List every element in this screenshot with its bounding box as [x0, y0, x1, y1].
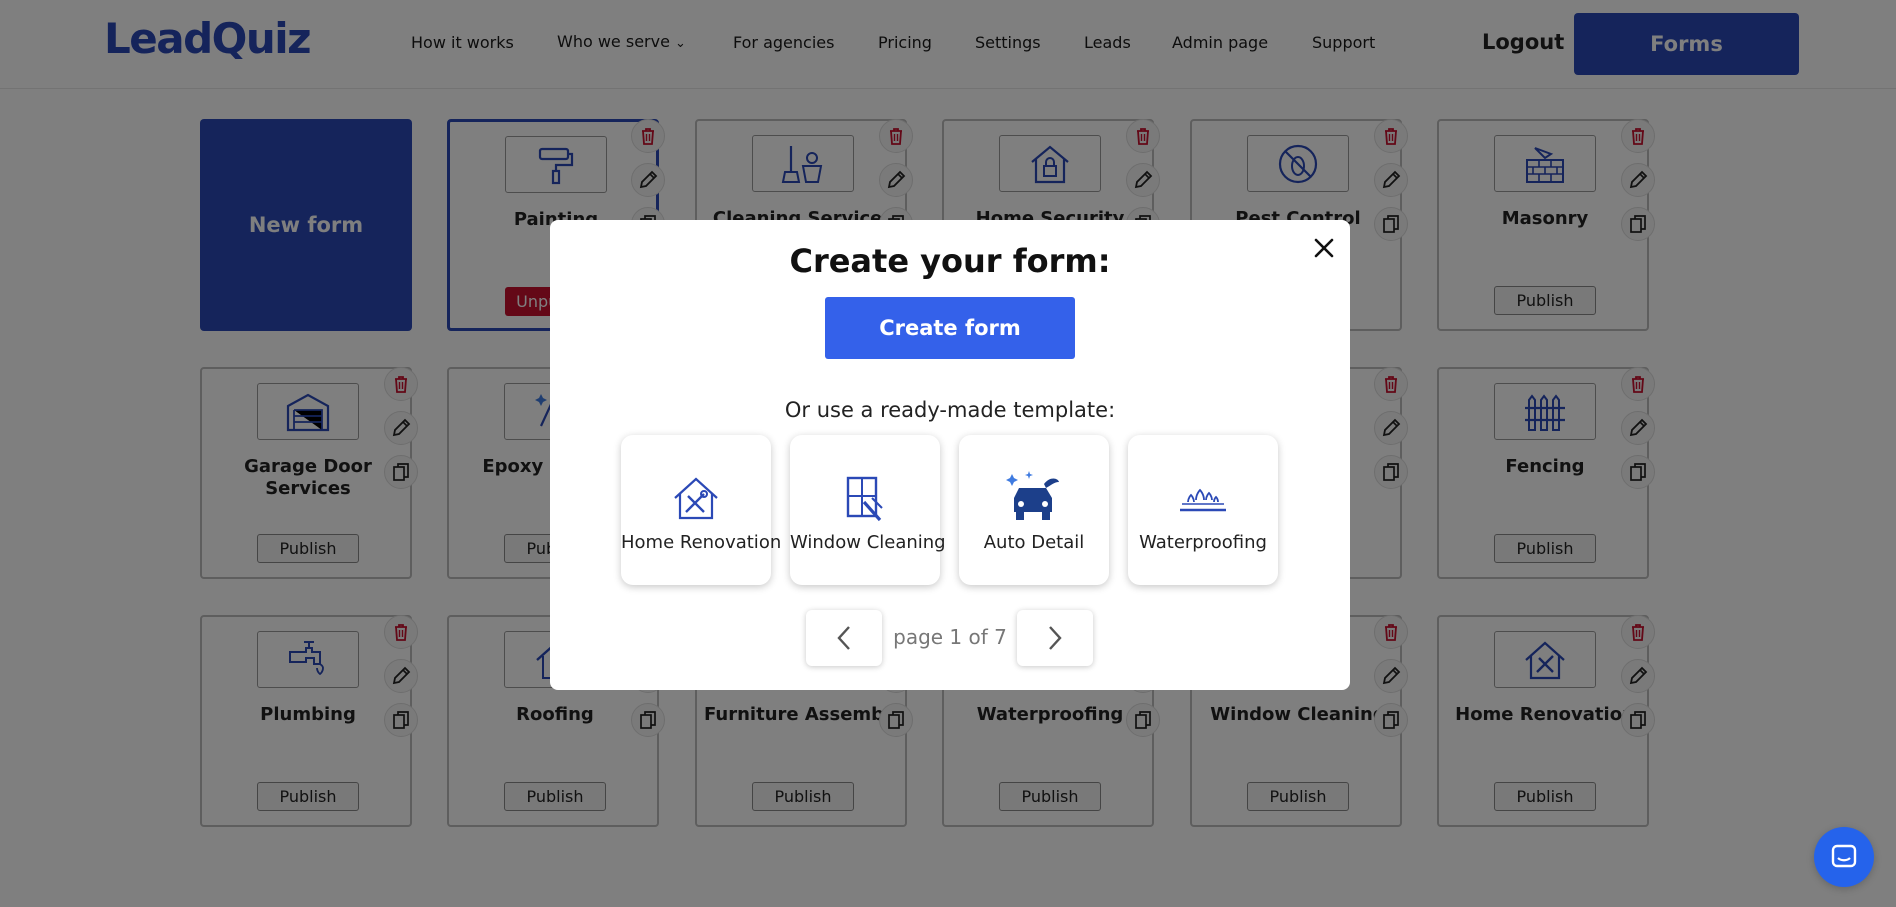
template-label: Window Cleaning	[790, 532, 946, 553]
create-form-button[interactable]: Create form	[825, 297, 1075, 359]
house-tools-icon	[666, 470, 726, 525]
template-label: Auto Detail	[983, 532, 1085, 553]
create-form-modal: Create your form: Create form Or use a r…	[550, 220, 1350, 690]
chat-widget-button[interactable]	[1814, 827, 1874, 887]
car-sparkle-icon	[1004, 470, 1064, 525]
template-subtitle: Or use a ready-made template:	[784, 398, 1116, 422]
template-auto-detail[interactable]: Auto Detail	[959, 435, 1109, 585]
next-page-button[interactable]	[1017, 610, 1093, 666]
chat-icon	[1831, 844, 1857, 868]
modal-title: Create your form:	[789, 242, 1111, 280]
template-home-renovation[interactable]: Home Renovation	[621, 435, 782, 585]
window-squeegee-icon	[835, 470, 895, 525]
template-waterproofing[interactable]: Waterproofing	[1128, 435, 1278, 585]
close-icon[interactable]	[1310, 234, 1338, 262]
prev-page-button[interactable]	[806, 610, 882, 666]
template-label: Waterproofing	[1139, 532, 1267, 553]
chevron-left-icon	[837, 626, 850, 650]
template-label: Home Renovation	[621, 532, 782, 553]
pagination-label: page 1 of 7	[893, 625, 1007, 649]
chevron-right-icon	[1049, 626, 1062, 650]
template-window-cleaning[interactable]: Window Cleaning	[790, 435, 946, 585]
water-surface-icon	[1173, 470, 1233, 525]
